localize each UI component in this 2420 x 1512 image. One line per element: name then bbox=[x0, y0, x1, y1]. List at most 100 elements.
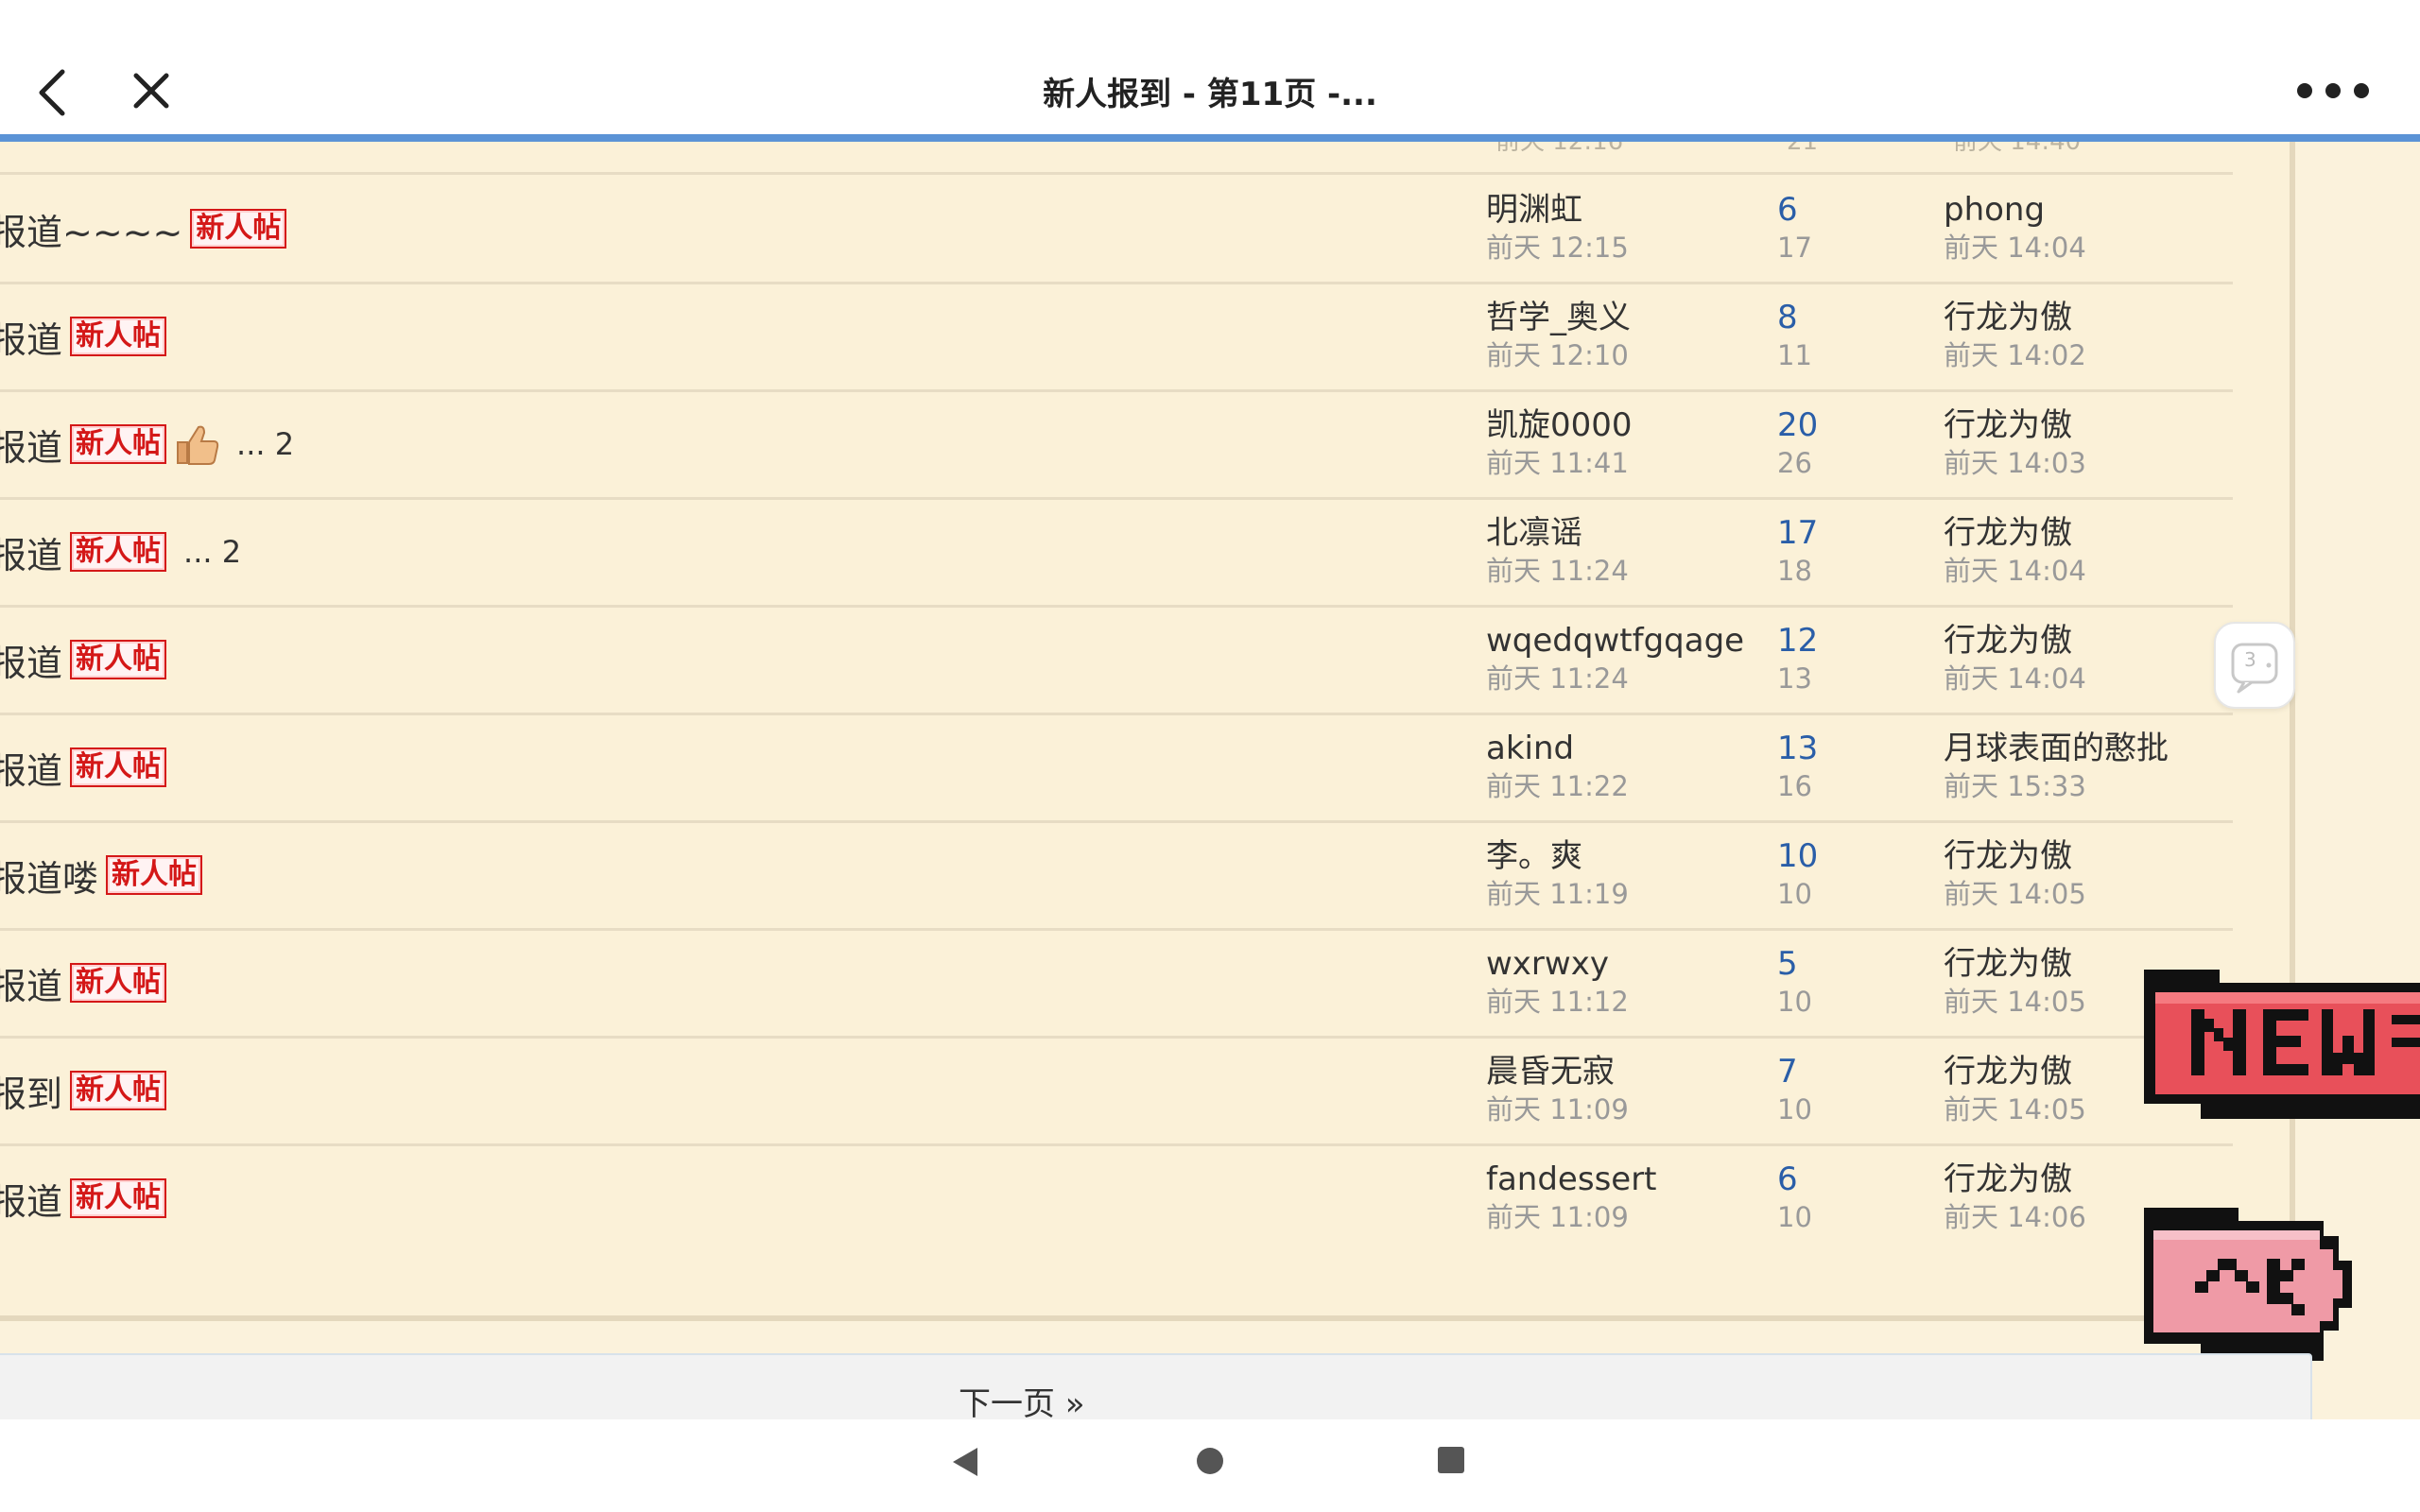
table-row[interactable]: 报道 新人帖 哲学_奥义 前天 12:10 8 11 行龙为傲 前天 14:02 bbox=[0, 284, 2233, 392]
thread-title-text[interactable]: 报到 bbox=[0, 1065, 62, 1117]
reply-count: 10 bbox=[1777, 837, 1819, 875]
back-to-top-icon[interactable] bbox=[2144, 1208, 2352, 1361]
square-recents-icon[interactable] bbox=[1437, 1446, 1465, 1474]
page-load-progress-bar bbox=[0, 134, 2420, 142]
post-time: 前天 11:12 bbox=[1486, 986, 1629, 1018]
page-title: 新人报到 - 第11页 -... bbox=[1043, 76, 1377, 113]
new-post-tag: 新人帖 bbox=[106, 855, 203, 895]
reply-count: 5 bbox=[1777, 945, 1798, 983]
new-post-tag: 新人帖 bbox=[70, 1071, 167, 1110]
table-row[interactable]: 报道~~~~ 新人帖 明渊虹 前天 12:15 6 17 phong 前天 14… bbox=[0, 176, 2233, 284]
view-count: 10 bbox=[1777, 878, 1812, 910]
author-name[interactable]: 北凛谣 bbox=[1486, 512, 1629, 554]
view-count: 11 bbox=[1777, 339, 1812, 371]
thread-title[interactable]: 报道喽 新人帖 bbox=[0, 850, 203, 902]
author-name[interactable]: 明渊虹 bbox=[1486, 189, 1629, 231]
author-time: 前天 12:16 bbox=[1495, 142, 1624, 156]
last-poster[interactable]: 行龙为傲 bbox=[1944, 1159, 2086, 1200]
author-name[interactable]: 凯旋0000 bbox=[1486, 404, 1633, 446]
view-count: 17 bbox=[1777, 232, 1812, 264]
chevron-left-icon[interactable] bbox=[34, 66, 72, 119]
table-row-partial: 前天 12:16 21 前天 14:40 bbox=[0, 142, 2233, 175]
last-poster[interactable]: 行龙为傲 bbox=[1944, 620, 2086, 662]
table-row[interactable]: 报道 新人帖 wxrwxy 前天 11:12 5 10 行龙为傲 前天 14:0… bbox=[0, 930, 2233, 1039]
thread-title-text[interactable]: 报道 bbox=[0, 526, 62, 578]
last-reply-time[interactable]: 前天 14:05 bbox=[1944, 877, 2086, 911]
triangle-back-icon[interactable] bbox=[951, 1446, 979, 1478]
thread-title-text[interactable]: 报道喽 bbox=[0, 850, 98, 902]
last-poster[interactable]: 行龙为傲 bbox=[1944, 297, 2086, 338]
circle-home-icon[interactable] bbox=[1195, 1446, 1225, 1476]
last-poster[interactable]: 行龙为傲 bbox=[1944, 512, 2086, 554]
view-count: 10 bbox=[1777, 1201, 1812, 1233]
reply-count: 12 bbox=[1777, 622, 1819, 660]
thread-title-text[interactable]: 报道 bbox=[0, 311, 62, 363]
table-row[interactable]: 报道 新人帖 fandessert 前天 11:09 6 10 行龙为傲 前天 … bbox=[0, 1145, 2233, 1251]
last-reply-time[interactable]: 前天 15:33 bbox=[1944, 769, 2169, 803]
author-name[interactable]: akind bbox=[1486, 728, 1629, 769]
author-name[interactable]: wqedqwtfgqage bbox=[1486, 620, 1744, 662]
table-row[interactable]: 报到 新人帖 晨昏无寂 前天 11:09 7 10 行龙为傲 前天 14:05 bbox=[0, 1038, 2233, 1146]
thread-title-text[interactable]: 报道~~~~ bbox=[0, 203, 182, 255]
author-name[interactable]: 李。爽 bbox=[1486, 835, 1629, 877]
author-name[interactable]: wxrwxy bbox=[1486, 943, 1629, 985]
new-post-tag: 新人帖 bbox=[190, 209, 287, 249]
last-reply-time[interactable]: 前天 14:04 bbox=[1944, 231, 2086, 265]
last-reply-time[interactable]: 前天 14:03 bbox=[1944, 446, 2086, 480]
thread-title[interactable]: 报道~~~~ 新人帖 bbox=[0, 203, 287, 255]
view-count: 10 bbox=[1777, 1093, 1812, 1125]
new-post-tag: 新人帖 bbox=[70, 1178, 167, 1218]
thread-title-text[interactable]: 报道 bbox=[0, 1173, 62, 1225]
thread-title-text[interactable]: 报道 bbox=[0, 634, 62, 686]
pagination-bar bbox=[0, 1353, 2312, 1419]
post-time: 前天 11:09 bbox=[1486, 1093, 1629, 1125]
table-row[interactable]: 报道 新人帖 ... 2 凯旋0000 前天 11:41 20 26 行龙为傲 … bbox=[0, 391, 2233, 500]
new-post-tag: 新人帖 bbox=[70, 317, 167, 356]
thread-title[interactable]: 报道 新人帖 bbox=[0, 742, 167, 794]
last-poster[interactable]: 行龙为傲 bbox=[1944, 943, 2086, 985]
view-count: 13 bbox=[1777, 662, 1812, 695]
last-reply-time[interactable]: 前天 14:02 bbox=[1944, 338, 2086, 372]
last-poster[interactable]: 行龙为傲 bbox=[1944, 1051, 2086, 1092]
thread-title[interactable]: 报道 新人帖 ... 2 bbox=[0, 420, 294, 469]
thread-title-text[interactable]: 报道 bbox=[0, 419, 62, 471]
author-name[interactable]: 晨昏无寂 bbox=[1486, 1051, 1629, 1092]
thread-title-text[interactable]: 报道 bbox=[0, 957, 62, 1009]
last-reply-time[interactable]: 前天 14:05 bbox=[1944, 1092, 2086, 1126]
thread-title[interactable]: 报道 新人帖 bbox=[0, 311, 167, 363]
page-jump-link[interactable]: ... 2 bbox=[183, 534, 241, 570]
thread-title[interactable]: 报道 新人帖 bbox=[0, 1173, 167, 1225]
last-reply-time[interactable]: 前天 14:04 bbox=[1944, 662, 2086, 696]
new-sticker-icon bbox=[2144, 970, 2420, 1119]
thread-title-text[interactable]: 报道 bbox=[0, 742, 62, 794]
floating-chat-button[interactable]: 3 bbox=[2214, 622, 2295, 709]
author-name[interactable]: 哲学_奥义 bbox=[1486, 297, 1631, 338]
close-icon[interactable] bbox=[130, 70, 172, 112]
thread-title[interactable]: 报道 新人帖 ... 2 bbox=[0, 527, 241, 576]
thread-title[interactable]: 报到 新人帖 bbox=[0, 1065, 167, 1117]
table-row[interactable]: 报道 新人帖 akind 前天 11:22 13 16 月球表面的憨批 前天 1… bbox=[0, 714, 2233, 823]
last-poster[interactable]: 行龙为傲 bbox=[1944, 835, 2086, 877]
table-row[interactable]: 报道 新人帖 wqedqwtfgqage 前天 11:24 12 13 行龙为傲… bbox=[0, 607, 2233, 715]
page-jump-link[interactable]: ... 2 bbox=[236, 426, 294, 462]
last-poster[interactable]: 月球表面的憨批 bbox=[1944, 728, 2169, 769]
last-reply-time[interactable]: 前天 14:06 bbox=[1944, 1200, 2086, 1234]
last-reply-time[interactable]: 前天 14:04 bbox=[1944, 554, 2086, 588]
new-post-tag: 新人帖 bbox=[70, 747, 167, 787]
table-row[interactable]: 报道喽 新人帖 李。爽 前天 11:19 10 10 行龙为傲 前天 14:05 bbox=[0, 822, 2233, 931]
last-poster[interactable]: 行龙为傲 bbox=[1944, 404, 2086, 446]
next-page-link[interactable]: 下一页 » bbox=[959, 1378, 1085, 1419]
system-navigation-bar bbox=[0, 1419, 2420, 1512]
last-poster[interactable]: phong bbox=[1944, 189, 2086, 231]
new-post-tag: 新人帖 bbox=[70, 963, 167, 1003]
post-time: 前天 12:15 bbox=[1486, 232, 1629, 264]
thread-title[interactable]: 报道 新人帖 bbox=[0, 634, 167, 686]
last-reply-time[interactable]: 前天 14:05 bbox=[1944, 985, 2086, 1019]
table-row[interactable]: 报道 新人帖 ... 2 北凛谣 前天 11:24 17 18 行龙为傲 前天 … bbox=[0, 499, 2233, 608]
new-post-tag: 新人帖 bbox=[70, 532, 167, 572]
thread-title[interactable]: 报道 新人帖 bbox=[0, 957, 167, 1009]
new-post-tag: 新人帖 bbox=[70, 424, 167, 464]
author-name[interactable]: fandessert bbox=[1486, 1159, 1657, 1200]
thread-list-panel: 前天 12:16 21 前天 14:40 报道~~~~ 新人帖 明渊虹 前天 1… bbox=[0, 142, 2295, 1321]
more-horizontal-icon[interactable] bbox=[2297, 72, 2369, 110]
